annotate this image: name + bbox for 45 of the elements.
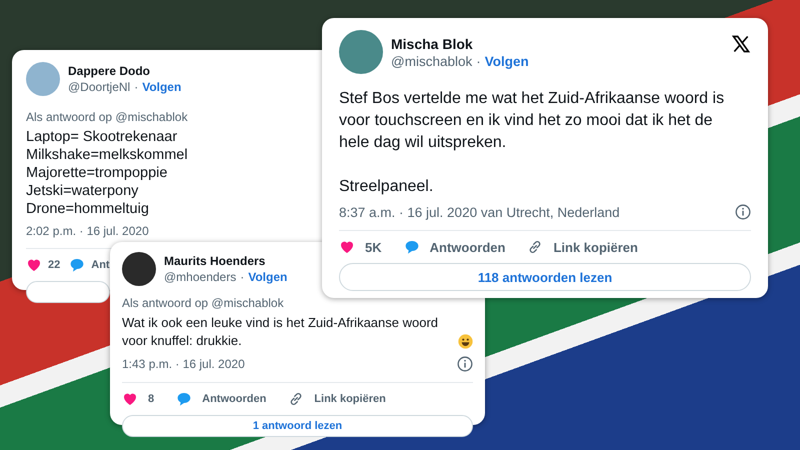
author-name: Dappere Dodo: [68, 64, 152, 78]
like-count: 5K: [365, 240, 382, 254]
avatar: [339, 30, 383, 74]
author-handle: @mischablok: [391, 54, 472, 68]
timestamp: 2:02 p.m. · 16 jul. 2020: [26, 224, 149, 238]
link-icon[interactable]: [527, 239, 544, 255]
tweet-text: Laptop= Skootrekenaar Milkshake=melkskommel Majorette=trompoppie Jetski=waterpony Drone=hommeltuig: [26, 128, 188, 218]
follow-link[interactable]: Volgen: [142, 80, 182, 94]
read-replies-button[interactable]: 1 antwoord lezen: [122, 415, 473, 437]
separator-dot: ·: [240, 270, 244, 284]
link-icon[interactable]: [288, 391, 304, 407]
follow-link[interactable]: Volgen: [248, 270, 288, 284]
author-handle: @DoortjeNl: [68, 80, 130, 94]
heart-icon[interactable]: [122, 391, 138, 407]
avatar: [122, 252, 156, 286]
copy-link[interactable]: Link kopiëren: [553, 240, 638, 254]
tweet-text: Wat ik ook een leuke vind is het Zuid-Afrikaanse woord voor knuffel: drukkie.: [122, 314, 440, 350]
separator-dot: ·: [134, 80, 138, 94]
x-logo-icon[interactable]: [731, 34, 751, 54]
author-handle: @mhoenders: [164, 270, 236, 284]
read-replies-button[interactable]: [26, 281, 110, 303]
author-name: Maurits Hoenders: [164, 254, 266, 268]
info-icon[interactable]: [457, 356, 473, 372]
author-name: Mischa Blok: [391, 36, 474, 52]
reply-link[interactable]: Antwoorden: [202, 393, 266, 405]
like-count: 22: [48, 259, 60, 271]
separator-dot: ·: [476, 54, 481, 68]
reply-link[interactable]: Ant: [91, 259, 110, 271]
copy-link[interactable]: Link kopiëren: [314, 393, 386, 405]
info-icon[interactable]: [735, 204, 751, 220]
reply-to-text: Als antwoord op @mischablok: [122, 296, 285, 310]
like-count: 8: [148, 393, 154, 405]
speech-bubble-icon[interactable]: [176, 391, 192, 407]
reply-link[interactable]: Antwoorden: [430, 240, 506, 254]
reply-to-text: Als antwoord op @mischablok: [26, 110, 189, 124]
read-replies-button[interactable]: 118 antwoorden lezen: [339, 263, 751, 291]
speech-bubble-icon[interactable]: [404, 239, 420, 255]
speech-bubble-icon[interactable]: [69, 257, 86, 273]
follow-link[interactable]: Volgen: [484, 54, 529, 68]
heart-icon[interactable]: [339, 239, 355, 255]
heart-icon[interactable]: [26, 257, 42, 273]
timestamp: 8:37 a.m. · 16 jul. 2020 van Utrecht, Nederland: [339, 204, 620, 220]
timestamp: 1:43 p.m. · 16 jul. 2020: [122, 357, 245, 371]
avatar: [26, 62, 60, 96]
tweet-text: Stef Bos vertelde me wat het Zuid-Afrikaanse woord is voor touchscreen en ik vind het zo mooi dat ik het de hele dag wil uitspreken. Streelpaneel.: [339, 89, 726, 197]
